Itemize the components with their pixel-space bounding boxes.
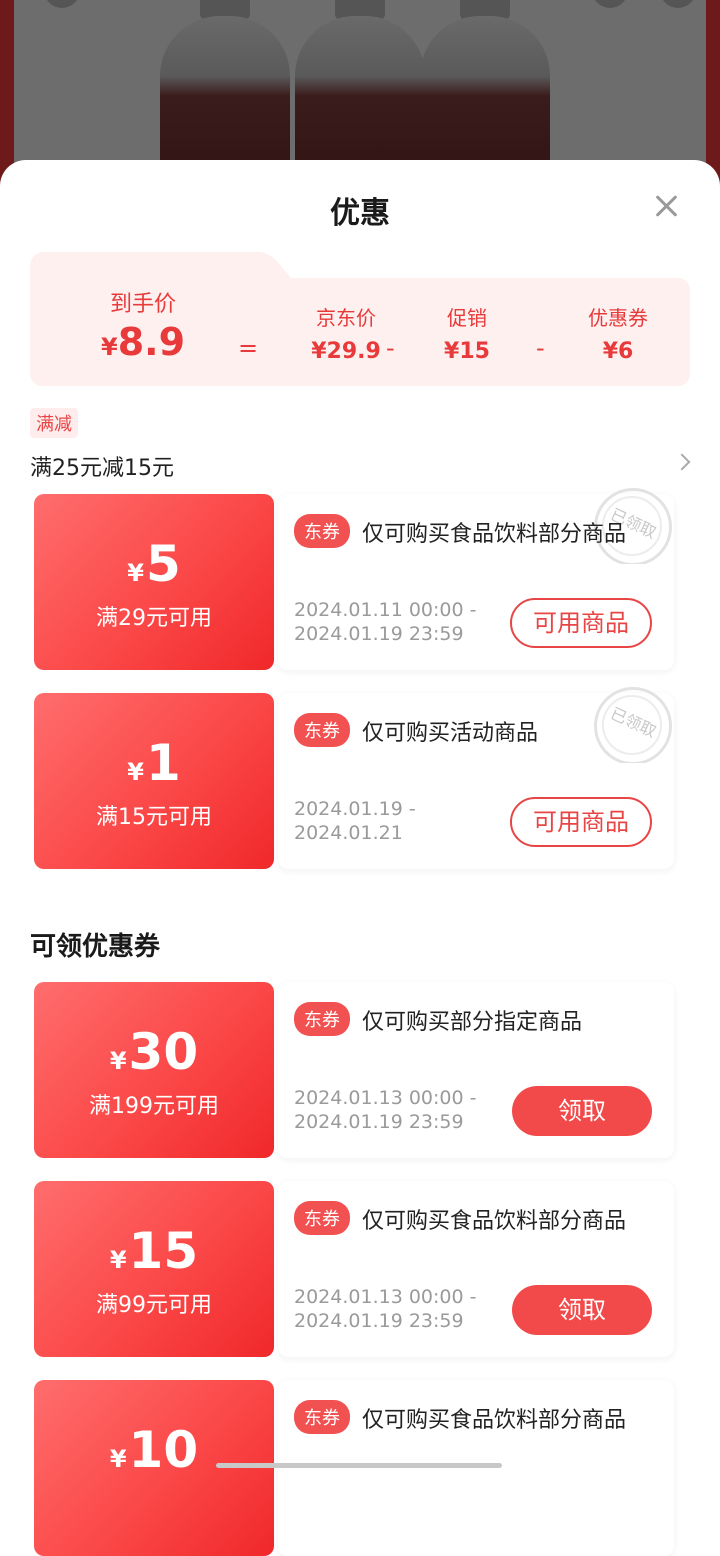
coupon-condition: 满199元可用: [89, 1094, 219, 1119]
promotion-row[interactable]: 满25元减15元: [30, 450, 691, 482]
coupon-description: 仅可购买活动商品: [362, 721, 539, 746]
coupon-condition: 满15元可用: [96, 805, 212, 830]
coupon-type-badge: 东券: [294, 713, 350, 747]
coupon-card: ¥5 满29元可用 已领取 东券 仅可购买食品饮料部分商品 2024.01.11…: [34, 488, 674, 670]
coupon-type-badge: 东券: [294, 1201, 350, 1235]
available-products-button[interactable]: 可用商品: [510, 598, 652, 648]
coupon-condition: 满99元可用: [96, 1293, 212, 1318]
coupon-detail-panel: 已领取 东券 仅可购买食品饮料部分商品 2024.01.11 00:00 - 2…: [278, 488, 674, 670]
promo-price: 促销 ¥15: [430, 302, 504, 364]
coupon-amount-panel: ¥1 满15元可用: [34, 693, 274, 869]
promo-value: ¥15: [444, 339, 490, 364]
price-breakdown: 到手价 ¥8.9 = 京东价 ¥29.9 - 促销 ¥15 - 优惠券 ¥6: [30, 252, 690, 386]
claim-button[interactable]: 领取: [512, 1285, 652, 1335]
final-price: 到手价 ¥8.9: [88, 286, 198, 364]
coupon-validity: 2024.01.19 - 2024.01.21: [294, 798, 416, 844]
coupon-label: 优惠券: [588, 306, 648, 330]
minus-sign: -: [536, 334, 545, 362]
coupon-amount: ¥30: [109, 1023, 199, 1081]
coupon-detail-panel: 东券 仅可购买部分指定商品 2024.01.13 00:00 - 2024.01…: [278, 982, 674, 1158]
coupon-detail-panel: 东券 仅可购买食品饮料部分商品: [278, 1380, 674, 1556]
coupon-detail-panel: 东券 仅可购买食品饮料部分商品 2024.01.13 00:00 - 2024.…: [278, 1181, 674, 1357]
coupon-amount: ¥15: [109, 1222, 199, 1280]
sheet-title: 优惠: [330, 196, 390, 231]
coupon-description: 仅可购买部分指定商品: [362, 1010, 583, 1035]
coupon-value: ¥6: [602, 339, 634, 364]
equals-sign: =: [238, 334, 259, 362]
coupon-type-badge: 东券: [294, 514, 350, 548]
jd-price-label: 京东价: [316, 306, 376, 330]
coupon-card: ¥10 东券 仅可购买食品饮料部分商品: [34, 1380, 674, 1556]
coupon-amount: ¥10: [109, 1421, 199, 1479]
coupon-validity: 2024.01.13 00:00 - 2024.01.19 23:59: [294, 1286, 477, 1332]
coupon-type-badge: 东券: [294, 1400, 350, 1434]
claimed-stamp: 已领取: [594, 687, 674, 763]
final-price-value: ¥8.9: [100, 320, 186, 364]
coupon-description: 仅可购买食品饮料部分商品: [362, 1209, 627, 1234]
coupon-amount-panel: ¥30 满199元可用: [34, 982, 274, 1158]
discount-sheet: 优惠 到手价 ¥8.9 = 京东价 ¥29.9 - 促销 ¥15 - 优惠券 ¥…: [0, 160, 720, 1556]
coupon-card: ¥1 满15元可用 已领取 东券 仅可购买活动商品 2024.01.19 - 2…: [34, 687, 674, 869]
image-control: [592, 0, 628, 8]
close-icon[interactable]: [652, 192, 680, 220]
coupon-validity: 2024.01.13 00:00 - 2024.01.19 23:59: [294, 1087, 477, 1133]
coupon-amount-panel: ¥5 满29元可用: [34, 494, 274, 670]
final-price-label: 到手价: [109, 292, 176, 317]
image-control: [660, 0, 696, 8]
home-indicator: [216, 1463, 502, 1468]
coupon-validity: 2024.01.11 00:00 - 2024.01.19 23:59: [294, 599, 477, 645]
image-control: [44, 0, 80, 8]
chevron-right-icon: [673, 453, 691, 471]
coupon-amount-panel: ¥15 满99元可用: [34, 1181, 274, 1357]
coupon-condition: 满29元可用: [96, 606, 212, 631]
promo-label: 促销: [447, 306, 487, 330]
coupon-amount: ¥5: [127, 535, 181, 593]
claim-button[interactable]: 领取: [512, 1086, 652, 1136]
coupon-description: 仅可购买食品饮料部分商品: [362, 1408, 627, 1433]
promotion-text: 满25元减15元: [30, 456, 174, 481]
minus-sign: -: [386, 334, 395, 362]
coupon-card: ¥15 满99元可用 东券 仅可购买食品饮料部分商品 2024.01.13 00…: [34, 1181, 674, 1357]
coupon-detail-panel: 已领取 东券 仅可购买活动商品 2024.01.19 - 2024.01.21 …: [278, 687, 674, 869]
promotion-tag: 满减: [30, 408, 78, 438]
coupon-amount: ¥1: [127, 734, 181, 792]
available-products-button[interactable]: 可用商品: [510, 797, 652, 847]
coupon-amount-panel: ¥10: [34, 1380, 274, 1556]
coupon-type-badge: 东券: [294, 1002, 350, 1036]
coupon-card: ¥30 满199元可用 东券 仅可购买部分指定商品 2024.01.13 00:…: [34, 982, 674, 1158]
coupon-description: 仅可购买食品饮料部分商品: [362, 522, 627, 547]
claimable-section-title: 可领优惠券: [30, 932, 161, 962]
coupon-price: 优惠券 ¥6: [580, 302, 656, 364]
